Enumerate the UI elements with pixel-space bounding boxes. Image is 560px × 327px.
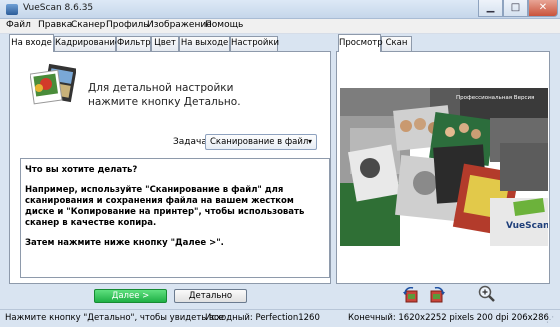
app-icon (6, 4, 18, 15)
tab-preview[interactable]: Просмотр (338, 34, 383, 52)
hint-line-1: Для детальной настройки (88, 82, 234, 94)
close-button[interactable]: ✕ (528, 0, 558, 17)
detail-button[interactable]: Детально (174, 289, 247, 303)
tab-settings[interactable]: Настройки (230, 36, 279, 51)
menu-edit[interactable]: Правка (38, 20, 72, 30)
zoom-in-icon[interactable] (478, 285, 496, 303)
tab-color[interactable]: Цвет (151, 36, 179, 51)
menu-image[interactable]: Изображение (147, 20, 212, 30)
info-example: Например, используйте "Сканирование в фа… (25, 185, 305, 228)
status-source: Исходный: Perfection1260 (205, 313, 320, 323)
menu-profile[interactable]: Профиль (106, 20, 149, 30)
tab-crop[interactable]: Кадрирование (54, 36, 120, 51)
hint-line-2: нажмите кнопку Детально. (88, 96, 241, 108)
tab-scan[interactable]: Скан (381, 36, 412, 51)
preview-image: Профессиональная Версия VueScan (340, 88, 548, 246)
menu-file[interactable]: Файл (6, 20, 31, 30)
photo-icon (30, 63, 76, 105)
info-text-box: Что вы хотите делать? Например, использу… (20, 158, 330, 278)
status-hint: Нажмите кнопку "Детально", чтобы увидеть… (5, 313, 224, 323)
pro-version-label: Профессиональная Версия (456, 95, 534, 101)
window-title: VueScan 8.6.35 (23, 3, 94, 13)
maximize-button[interactable]: □ (503, 0, 528, 17)
menu-scanner[interactable]: Сканер (71, 20, 105, 30)
next-button[interactable]: Далее > (94, 289, 167, 303)
info-question: Что вы хотите делать? (25, 165, 138, 175)
tab-output[interactable]: На выходе (179, 36, 230, 51)
tab-filter[interactable]: Фильтр (116, 36, 151, 51)
status-output: Конечный: 1620x2252 pixels 200 dpi 206x2… (348, 313, 549, 323)
task-select-value: Сканирование в файл (210, 137, 309, 147)
tab-input[interactable]: На входе (9, 34, 54, 52)
menu-help[interactable]: Помощь (205, 20, 243, 30)
rotate-right-icon[interactable] (429, 287, 445, 303)
resize-grip-icon[interactable]: ⋰ (546, 315, 556, 325)
task-select[interactable]: Сканирование в файл ▾ (205, 134, 317, 150)
rotate-left-icon[interactable] (403, 287, 419, 303)
chevron-down-icon: ▾ (307, 137, 312, 146)
info-next-hint: Затем нажмите ниже кнопку "Далее >". (25, 238, 224, 248)
minimize-button[interactable]: ▁ (478, 0, 503, 17)
vuescan-logo-text: VueScan (506, 221, 548, 231)
